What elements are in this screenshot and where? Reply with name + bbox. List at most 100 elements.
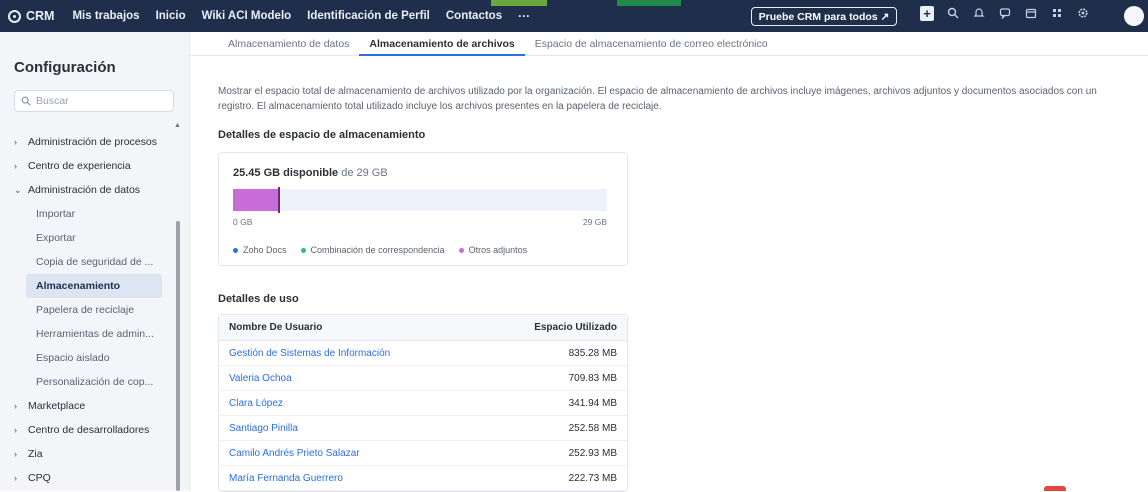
usage-section-title: Detalles de uso	[218, 293, 299, 305]
sidebar-search[interactable]	[14, 90, 174, 112]
nav-mis-trabajos[interactable]: Mis trabajos	[72, 10, 139, 22]
bar-max-label: 29 GB	[582, 217, 607, 227]
chevron-right-icon: ›	[14, 449, 17, 459]
nav-identificacion-perfil[interactable]: Identificación de Perfil	[307, 10, 430, 22]
sidebar-item-copia-seguridad[interactable]: Copia de seguridad de ...	[0, 250, 180, 274]
user-name-link[interactable]: Valeria Ochoa	[219, 366, 480, 391]
crm-logo[interactable]: CRM	[8, 9, 54, 23]
space-used: 222.73 MB	[479, 466, 627, 491]
usage-table: Nombre De Usuario Espacio Utilizado Gest…	[218, 314, 628, 492]
space-used: 341.94 MB	[479, 391, 627, 416]
table-row: Camilo Andrés Prieto Salazar 252.93 MB	[219, 441, 627, 466]
sidebar-item-label: CPQ	[28, 472, 51, 484]
sidebar-item-exportar[interactable]: Exportar	[0, 226, 180, 250]
user-name-link[interactable]: Gestión de Sistemas de Información	[219, 341, 480, 366]
brand-name: CRM	[26, 9, 55, 23]
chevron-right-icon: ›	[14, 137, 17, 147]
sidebar-item-centro-experiencia[interactable]: › Centro de experiencia	[0, 154, 180, 178]
crm-logo-icon	[8, 9, 21, 23]
settings-menu: › Administración de procesos › Centro de e…	[0, 130, 180, 490]
sidebar-item-marketplace[interactable]: › Marketplace	[0, 394, 180, 418]
user-name-link[interactable]: Santiago Pinilla	[219, 416, 480, 441]
sidebar-item-administracion-datos[interactable]: ⌄ Administración de datos	[0, 178, 180, 202]
sidebar-item-label: Marketplace	[28, 400, 86, 412]
chevron-right-icon: ›	[14, 473, 17, 483]
sidebar-item-espacio-aislado[interactable]: Espacio aislado	[0, 346, 180, 370]
calendar-icon[interactable]	[1024, 6, 1038, 20]
search-icon[interactable]	[946, 6, 960, 20]
trial-button[interactable]: Pruebe CRM para todos ↗	[751, 7, 897, 26]
top-icons-group: +	[920, 5, 1090, 21]
scroll-up-arrow-icon[interactable]: ▲	[174, 122, 181, 129]
legend-item-zoho-docs: Zoho Docs	[233, 245, 287, 255]
chat-icon[interactable]	[998, 6, 1012, 20]
chevron-down-icon: ⌄	[14, 184, 22, 195]
legend-dot	[458, 247, 464, 253]
storage-total: de 29 GB	[341, 167, 388, 179]
storage-available-amount: 25.45 GB disponible	[233, 167, 339, 179]
storage-usage-marker	[277, 187, 280, 213]
top-accent-strip	[491, 0, 547, 6]
nav-contactos[interactable]: Contactos	[446, 10, 502, 22]
top-accent-strip	[617, 0, 681, 6]
space-used: 252.93 MB	[479, 441, 627, 466]
sidebar-item-centro-desarrolladores[interactable]: › Centro de desarrolladores	[0, 418, 180, 442]
sidebar-item-zia[interactable]: › Zia	[0, 442, 180, 466]
main-content: Almacenamiento de datos Almacenamiento d…	[190, 32, 1148, 492]
sidebar-item-herramientas-admin[interactable]: Herramientas de admin...	[0, 322, 180, 346]
nav-more-button[interactable]: ···	[518, 9, 530, 23]
storage-usage-bar	[233, 187, 607, 213]
sidebar-item-personalizacion[interactable]: Personalización de cop...	[0, 370, 180, 394]
nav-wiki[interactable]: Wiki ACI Modelo	[202, 10, 292, 22]
legend-dot	[233, 247, 238, 253]
table-header-row: Nombre De Usuario Espacio Utilizado	[219, 315, 627, 341]
tab-almacenamiento-correo[interactable]: Espacio de almacenamiento de correo elec…	[525, 32, 778, 56]
sidebar-title: Configuración	[14, 59, 116, 76]
sidebar-item-label: Administración de datos	[28, 184, 141, 196]
nav-inicio[interactable]: Inicio	[156, 10, 186, 22]
space-used: 835.28 MB	[479, 341, 627, 366]
sidebar-scrollbar[interactable]	[176, 221, 180, 491]
storage-usage-fill	[233, 189, 279, 211]
user-name-link[interactable]: Clara López	[219, 391, 480, 416]
user-name-link[interactable]: Camilo Andrés Prieto Salazar	[219, 441, 480, 466]
user-avatar[interactable]	[1124, 6, 1144, 26]
tab-almacenamiento-archivos[interactable]: Almacenamiento de archivos	[359, 32, 525, 56]
sidebar-item-cpq[interactable]: › CPQ	[0, 466, 180, 490]
sidebar-search-input[interactable]	[36, 95, 166, 107]
sidebar-item-label: Centro de experiencia	[28, 160, 131, 172]
sidebar-item-almacenamiento[interactable]: Almacenamiento	[26, 274, 162, 298]
table-row: Gestión de Sistemas de Información 835.2…	[219, 341, 627, 366]
sidebar-item-label: Zia	[28, 448, 43, 460]
column-header-space[interactable]: Espacio Utilizado	[479, 315, 627, 341]
space-used: 252.58 MB	[479, 416, 627, 441]
settings-icon[interactable]	[1076, 6, 1090, 20]
user-name-link[interactable]: María Fernanda Guerrero	[219, 466, 480, 491]
legend-label: Zoho Docs	[243, 245, 287, 255]
table-row: María Fernanda Guerrero 222.73 MB	[219, 466, 627, 491]
storage-legend: Zoho Docs Combinación de correspondencia…	[233, 245, 527, 255]
legend-item-otros-adjuntos: Otros adjuntos	[458, 245, 528, 255]
sidebar-item-label: Administración de procesos	[28, 136, 157, 148]
legend-dot	[300, 247, 306, 253]
table-row: Santiago Pinilla 252.58 MB	[219, 416, 627, 441]
chevron-right-icon: ›	[14, 425, 17, 435]
add-icon[interactable]: +	[920, 5, 934, 21]
tab-almacenamiento-datos[interactable]: Almacenamiento de datos	[218, 32, 359, 56]
sidebar-item-administracion-procesos[interactable]: › Administración de procesos	[0, 130, 180, 154]
legend-label: Otros adjuntos	[468, 245, 528, 255]
bar-min-label: 0 GB	[233, 217, 253, 227]
storage-available: 25.45 GB disponible de 29 GB	[233, 167, 388, 179]
storage-tabs: Almacenamiento de datos Almacenamiento d…	[190, 32, 1148, 56]
apps-icon[interactable]	[1050, 6, 1064, 20]
help-badge[interactable]	[1044, 486, 1066, 491]
sidebar-item-importar[interactable]: Importar	[0, 202, 180, 226]
chevron-right-icon: ›	[14, 401, 17, 411]
legend-item-combinacion: Combinación de correspondencia	[300, 245, 445, 255]
column-header-user[interactable]: Nombre De Usuario	[219, 315, 480, 341]
table-row: Clara López 341.94 MB	[219, 391, 627, 416]
bell-icon[interactable]	[972, 6, 986, 20]
sidebar-item-papelera[interactable]: Papelera de reciclaje	[0, 298, 180, 322]
page-description: Mostrar el espacio total de almacenamien…	[218, 86, 1097, 112]
space-used: 709.83 MB	[479, 366, 627, 391]
